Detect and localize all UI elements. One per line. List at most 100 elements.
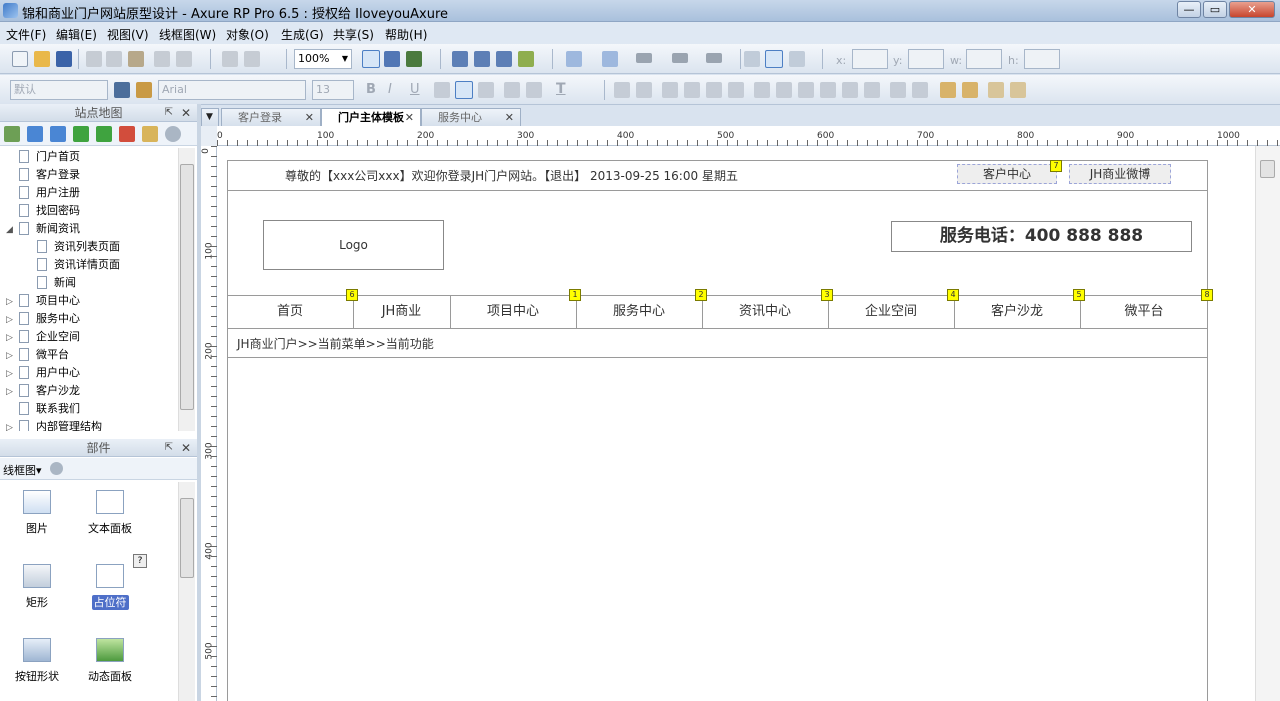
cut-icon[interactable]: [86, 51, 102, 67]
sitemap-item[interactable]: 客户登录: [0, 166, 80, 184]
widget-text-panel[interactable]: 文本面板: [75, 490, 145, 536]
italic-button[interactable]: I: [388, 82, 392, 97]
align-left-text-icon[interactable]: [434, 82, 450, 98]
sitemap-item[interactable]: 门户首页: [0, 148, 80, 166]
sitemap-item[interactable]: 找回密码: [0, 202, 80, 220]
close-icon[interactable]: ✕: [181, 104, 191, 122]
design-canvas[interactable]: 尊敬的【xxx公司xxx】欢迎你登录JH门户网站。【退出】 2013-09-25…: [217, 146, 1255, 701]
line-style-icon[interactable]: [672, 53, 688, 63]
nav-jh-business[interactable]: JH商业: [353, 296, 450, 328]
expand-arrow-icon[interactable]: ▷: [6, 311, 16, 329]
menu-file[interactable]: 文件(F): [6, 26, 46, 43]
widget-rectangle[interactable]: 矩形: [2, 564, 72, 610]
align-center-icon[interactable]: [765, 50, 783, 68]
tab-customer-login[interactable]: 客户登录 ✕: [221, 108, 321, 126]
widget-button-shape[interactable]: 按钮形状: [2, 638, 72, 684]
nav-home[interactable]: 首页: [227, 296, 353, 328]
close-icon[interactable]: ✕: [505, 109, 514, 126]
arrange-icon-3[interactable]: [662, 82, 678, 98]
align-objects-icon-6[interactable]: [864, 82, 880, 98]
ungroup-icon[interactable]: [244, 51, 260, 67]
close-icon[interactable]: ✕: [181, 439, 191, 457]
style-select[interactable]: 默认: [10, 80, 108, 100]
sitemap-item[interactable]: ◢ 新闻资讯: [0, 220, 80, 238]
sitemap-item[interactable]: 联系我们: [0, 400, 80, 418]
link-icon[interactable]: [526, 82, 542, 98]
arrow-up-icon[interactable]: [27, 126, 43, 142]
arrange-icon-1[interactable]: [614, 82, 630, 98]
expand-arrow-icon[interactable]: ◢: [6, 221, 16, 239]
distribute-h-icon[interactable]: [890, 82, 906, 98]
tab-menu-button[interactable]: ▼: [201, 108, 219, 126]
page-properties-icon[interactable]: [142, 126, 158, 142]
align-center-text-icon[interactable]: [455, 81, 473, 99]
hide-icon[interactable]: [988, 82, 1004, 98]
sitemap-item[interactable]: 资讯列表页面: [0, 238, 120, 256]
nav-news-center[interactable]: 资讯中心: [702, 296, 828, 328]
expand-arrow-icon[interactable]: ▷: [6, 365, 16, 383]
add-page-icon[interactable]: [4, 126, 20, 142]
sitemap-item[interactable]: ▷ 内部管理结构: [0, 418, 102, 431]
y-input[interactable]: [908, 49, 944, 69]
minimize-button[interactable]: —: [1177, 1, 1201, 18]
tab-portal-template[interactable]: 门户主体模板 ✕: [321, 108, 421, 126]
order-icon[interactable]: [496, 51, 512, 67]
sitemap-item[interactable]: 新闻: [0, 274, 76, 292]
sitemap-item[interactable]: 用户注册: [0, 184, 80, 202]
send-backward-icon[interactable]: [474, 51, 490, 67]
sitemap-item[interactable]: 资讯详情页面: [0, 256, 120, 274]
paste-icon[interactable]: [128, 51, 144, 67]
contained-select-icon[interactable]: [384, 51, 400, 67]
align-objects-icon-1[interactable]: [754, 82, 770, 98]
pin-icon[interactable]: ⇱: [165, 439, 173, 457]
sitemap-item[interactable]: ▷ 微平台: [0, 346, 69, 364]
sitemap-item[interactable]: ▷ 企业空间: [0, 328, 80, 346]
x-input[interactable]: [852, 49, 888, 69]
h-input[interactable]: [1024, 49, 1060, 69]
arrange-icon-2[interactable]: [636, 82, 652, 98]
jh-weibo-link[interactable]: JH商业微博: [1069, 164, 1171, 184]
library-select[interactable]: 线框图▾: [3, 462, 42, 478]
align-objects-icon-2[interactable]: [776, 82, 792, 98]
nav-enterprise-space[interactable]: 企业空间: [828, 296, 954, 328]
select-mode-icon[interactable]: [362, 50, 380, 68]
search-icon[interactable]: [50, 462, 63, 475]
widgets-scrollbar[interactable]: [178, 482, 195, 701]
align-objects-icon-4[interactable]: [820, 82, 836, 98]
format-painter-icon[interactable]: [136, 82, 152, 98]
font-size-select[interactable]: 13: [312, 80, 354, 100]
menu-help[interactable]: 帮助(H): [385, 26, 427, 43]
style-editor-icon[interactable]: [114, 82, 130, 98]
sitemap-item[interactable]: ▷ 用户中心: [0, 364, 80, 382]
menu-wireframe[interactable]: 线框图(W): [159, 26, 216, 43]
line-width-icon[interactable]: [636, 53, 652, 63]
w-input[interactable]: [966, 49, 1002, 69]
close-button[interactable]: ✕: [1229, 1, 1275, 18]
arrange-icon-4[interactable]: [684, 82, 700, 98]
arrange-icon-5[interactable]: [706, 82, 722, 98]
arrange-icon-6[interactable]: [728, 82, 744, 98]
align-list-icon[interactable]: [744, 51, 760, 67]
nav-project-center[interactable]: 项目中心: [450, 296, 576, 328]
menu-share[interactable]: 共享(S): [333, 26, 374, 43]
close-icon[interactable]: ✕: [405, 109, 414, 126]
arrow-left-icon[interactable]: [96, 126, 112, 142]
menu-generate[interactable]: 生成(G): [281, 26, 324, 43]
customer-center-link[interactable]: 客户中心: [957, 164, 1057, 184]
arrow-down-icon[interactable]: [50, 126, 66, 142]
new-icon[interactable]: [12, 51, 28, 67]
zoom-select[interactable]: 100% ▼: [294, 49, 352, 69]
align-objects-icon-3[interactable]: [798, 82, 814, 98]
font-select[interactable]: Arial: [158, 80, 306, 100]
expand-arrow-icon[interactable]: ▷: [6, 329, 16, 347]
align-right-text-icon[interactable]: [478, 82, 494, 98]
widget-image[interactable]: 图片: [2, 490, 72, 536]
bullets-icon[interactable]: [504, 82, 520, 98]
bring-forward-icon[interactable]: [452, 51, 468, 67]
help-icon[interactable]: ?: [133, 554, 147, 568]
pin-icon[interactable]: ⇱: [165, 104, 173, 122]
text-color-button[interactable]: T: [556, 81, 566, 97]
expand-arrow-icon[interactable]: ▷: [6, 383, 16, 401]
menu-edit[interactable]: 编辑(E): [56, 26, 97, 43]
sitemap-item[interactable]: ▷ 项目中心: [0, 292, 80, 310]
